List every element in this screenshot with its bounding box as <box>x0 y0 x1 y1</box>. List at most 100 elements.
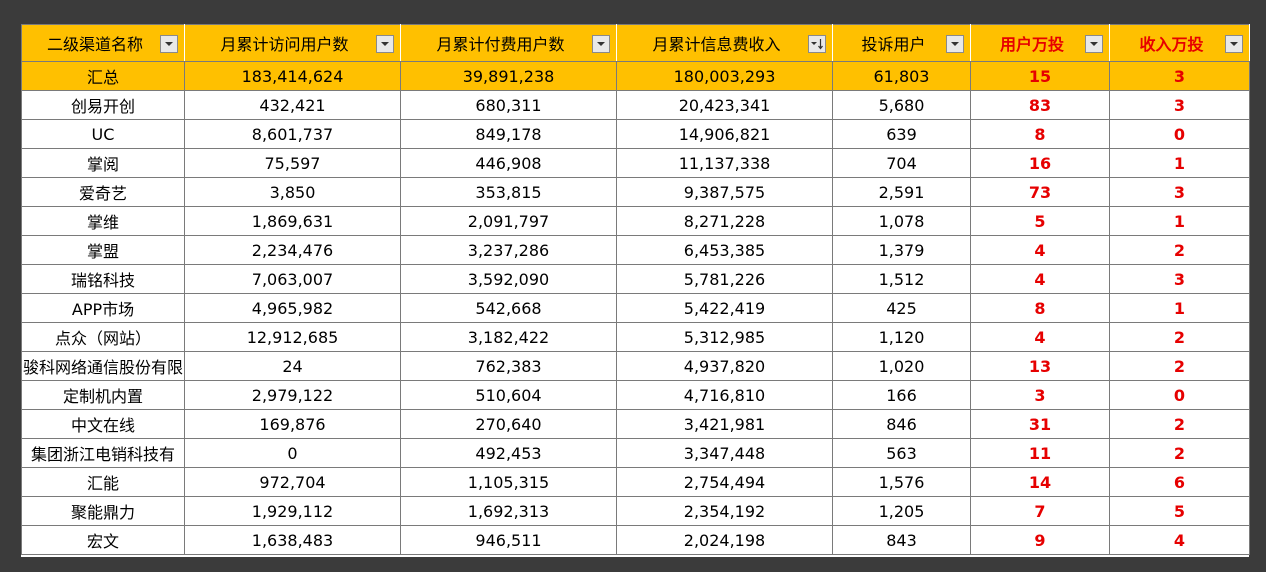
cell-complaints[interactable]: 1,512 <box>832 264 971 294</box>
cell-visits[interactable]: 169,876 <box>184 409 401 439</box>
cell-complaints[interactable]: 843 <box>832 525 971 555</box>
cell-channel[interactable]: 聚能鼎力 <box>21 496 185 526</box>
cell-user-rate[interactable]: 4 <box>970 322 1110 352</box>
cell-user-rate[interactable]: 31 <box>970 409 1110 439</box>
cell-paying[interactable]: 3,182,422 <box>400 322 617 352</box>
cell-channel[interactable]: 汇总 <box>21 61 185 91</box>
cell-visits[interactable]: 4,965,982 <box>184 293 401 323</box>
cell-channel[interactable]: 爱奇艺 <box>21 177 185 207</box>
cell-user-rate[interactable]: 8 <box>970 293 1110 323</box>
cell-visits[interactable]: 2,234,476 <box>184 235 401 265</box>
cell-user-rate[interactable]: 73 <box>970 177 1110 207</box>
cell-revenue[interactable]: 11,137,338 <box>616 148 833 178</box>
cell-paying[interactable]: 1,105,315 <box>400 467 617 497</box>
dropdown-arrow-icon[interactable] <box>1225 35 1243 53</box>
cell-user-rate[interactable]: 3 <box>970 380 1110 410</box>
cell-user-rate[interactable]: 4 <box>970 235 1110 265</box>
cell-visits[interactable]: 1,869,631 <box>184 206 401 236</box>
cell-visits[interactable]: 2,979,122 <box>184 380 401 410</box>
cell-complaints[interactable]: 61,803 <box>832 61 971 91</box>
cell-paying[interactable]: 1,692,313 <box>400 496 617 526</box>
cell-revenue-rate[interactable]: 1 <box>1109 206 1250 236</box>
cell-user-rate[interactable]: 83 <box>970 90 1110 120</box>
cell-channel[interactable]: 中文在线 <box>21 409 185 439</box>
dropdown-arrow-icon[interactable] <box>1085 35 1103 53</box>
cell-revenue[interactable]: 180,003,293 <box>616 61 833 91</box>
cell-visits[interactable]: 432,421 <box>184 90 401 120</box>
cell-channel[interactable]: 集团浙江电销科技有 <box>21 438 185 468</box>
cell-visits[interactable]: 75,597 <box>184 148 401 178</box>
cell-revenue[interactable]: 2,354,192 <box>616 496 833 526</box>
cell-revenue-rate[interactable]: 3 <box>1109 61 1250 91</box>
cell-revenue[interactable]: 5,781,226 <box>616 264 833 294</box>
dropdown-arrow-icon[interactable] <box>946 35 964 53</box>
cell-revenue-rate[interactable]: 0 <box>1109 119 1250 149</box>
cell-paying[interactable]: 946,511 <box>400 525 617 555</box>
cell-paying[interactable]: 270,640 <box>400 409 617 439</box>
cell-paying[interactable]: 680,311 <box>400 90 617 120</box>
cell-visits[interactable]: 972,704 <box>184 467 401 497</box>
cell-visits[interactable]: 12,912,685 <box>184 322 401 352</box>
cell-revenue[interactable]: 5,312,985 <box>616 322 833 352</box>
cell-user-rate[interactable]: 16 <box>970 148 1110 178</box>
dropdown-arrow-icon[interactable] <box>592 35 610 53</box>
cell-revenue[interactable]: 14,906,821 <box>616 119 833 149</box>
cell-revenue[interactable]: 4,937,820 <box>616 351 833 381</box>
cell-user-rate[interactable]: 8 <box>970 119 1110 149</box>
cell-user-rate[interactable]: 7 <box>970 496 1110 526</box>
cell-user-rate[interactable]: 4 <box>970 264 1110 294</box>
cell-complaints[interactable]: 1,576 <box>832 467 971 497</box>
cell-channel[interactable]: 掌阅 <box>21 148 185 178</box>
cell-complaints[interactable]: 1,205 <box>832 496 971 526</box>
cell-channel[interactable]: 宏文 <box>21 525 185 555</box>
cell-visits[interactable]: 7,063,007 <box>184 264 401 294</box>
dropdown-arrow-icon[interactable] <box>160 35 178 53</box>
cell-revenue-rate[interactable]: 3 <box>1109 177 1250 207</box>
cell-revenue[interactable]: 8,271,228 <box>616 206 833 236</box>
cell-channel[interactable]: UC <box>21 119 185 149</box>
cell-paying[interactable]: 542,668 <box>400 293 617 323</box>
cell-revenue[interactable]: 2,754,494 <box>616 467 833 497</box>
cell-channel[interactable]: 掌维 <box>21 206 185 236</box>
cell-paying[interactable]: 3,592,090 <box>400 264 617 294</box>
cell-paying[interactable]: 446,908 <box>400 148 617 178</box>
cell-user-rate[interactable]: 14 <box>970 467 1110 497</box>
cell-channel[interactable]: 骏科网络通信股份有限 <box>21 351 185 381</box>
cell-revenue-rate[interactable]: 2 <box>1109 438 1250 468</box>
cell-revenue-rate[interactable]: 5 <box>1109 496 1250 526</box>
cell-complaints[interactable]: 425 <box>832 293 971 323</box>
cell-complaints[interactable]: 1,078 <box>832 206 971 236</box>
cell-paying[interactable]: 762,383 <box>400 351 617 381</box>
cell-complaints[interactable]: 166 <box>832 380 971 410</box>
cell-paying[interactable]: 353,815 <box>400 177 617 207</box>
cell-channel[interactable]: 汇能 <box>21 467 185 497</box>
dropdown-arrow-icon[interactable] <box>376 35 394 53</box>
cell-revenue[interactable]: 9,387,575 <box>616 177 833 207</box>
cell-paying[interactable]: 39,891,238 <box>400 61 617 91</box>
cell-revenue[interactable]: 4,716,810 <box>616 380 833 410</box>
cell-paying[interactable]: 3,237,286 <box>400 235 617 265</box>
cell-complaints[interactable]: 563 <box>832 438 971 468</box>
cell-complaints[interactable]: 5,680 <box>832 90 971 120</box>
cell-revenue[interactable]: 3,347,448 <box>616 438 833 468</box>
cell-revenue-rate[interactable]: 1 <box>1109 293 1250 323</box>
cell-revenue-rate[interactable]: 1 <box>1109 148 1250 178</box>
cell-revenue[interactable]: 3,421,981 <box>616 409 833 439</box>
cell-complaints[interactable]: 704 <box>832 148 971 178</box>
cell-complaints[interactable]: 639 <box>832 119 971 149</box>
cell-visits[interactable]: 8,601,737 <box>184 119 401 149</box>
cell-user-rate[interactable]: 13 <box>970 351 1110 381</box>
cell-channel[interactable]: 点众（网站） <box>21 322 185 352</box>
sort-descending-filter-icon[interactable] <box>808 35 826 53</box>
cell-user-rate[interactable]: 15 <box>970 61 1110 91</box>
cell-paying[interactable]: 510,604 <box>400 380 617 410</box>
cell-complaints[interactable]: 1,020 <box>832 351 971 381</box>
cell-revenue-rate[interactable]: 2 <box>1109 322 1250 352</box>
cell-channel[interactable]: 瑞铭科技 <box>21 264 185 294</box>
cell-paying[interactable]: 2,091,797 <box>400 206 617 236</box>
cell-channel[interactable]: 定制机内置 <box>21 380 185 410</box>
cell-revenue-rate[interactable]: 3 <box>1109 90 1250 120</box>
cell-channel[interactable]: 掌盟 <box>21 235 185 265</box>
cell-user-rate[interactable]: 9 <box>970 525 1110 555</box>
cell-complaints[interactable]: 1,120 <box>832 322 971 352</box>
